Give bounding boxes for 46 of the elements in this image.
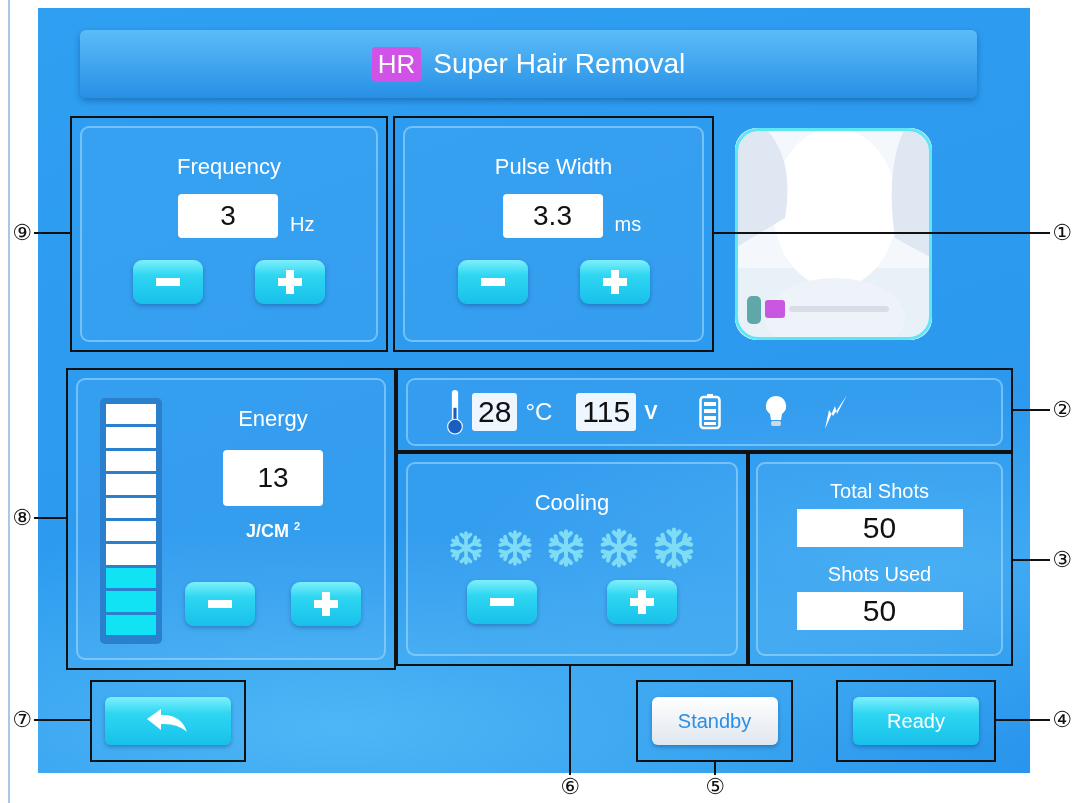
- screen-title: Super Hair Removal: [433, 48, 686, 80]
- pulse-width-label: Pulse Width: [494, 154, 613, 180]
- battery-icon: [699, 394, 722, 430]
- energy-label: Energy: [238, 406, 308, 432]
- callout-number: ⑨: [12, 222, 32, 244]
- callout-number: ⑧: [12, 507, 32, 529]
- callout-number: ②: [1052, 399, 1072, 421]
- snowflake-icon: [546, 528, 586, 568]
- voltage-value: 115: [576, 393, 637, 431]
- energy-unit: J/CM $^{2}$: [245, 520, 301, 542]
- minus-button[interactable]: [467, 580, 537, 624]
- minus-button[interactable]: [133, 260, 203, 304]
- frequency-label: Frequency: [177, 154, 281, 180]
- plus-button[interactable]: [607, 580, 677, 624]
- callout-number: ①: [1052, 222, 1072, 244]
- total-shots-value: 50: [796, 509, 963, 547]
- light-bulb-icon: [765, 395, 788, 429]
- plus-button[interactable]: [291, 582, 361, 626]
- temperature-value: 28: [472, 393, 518, 431]
- callout-number: ④: [1052, 709, 1072, 731]
- frequency-unit: Hz: [290, 213, 316, 237]
- pulse-width-unit: ms: [614, 213, 643, 237]
- callout-number: ③: [1052, 549, 1072, 571]
- minus-button[interactable]: [185, 582, 255, 626]
- plus-button[interactable]: [579, 260, 650, 304]
- shots-used-label: Shots Used: [827, 563, 932, 586]
- pulse-width-value[interactable]: 3.3: [502, 194, 603, 238]
- snowflake-icon: [598, 527, 640, 569]
- plus-button[interactable]: [255, 260, 325, 304]
- cooling-label: Cooling: [534, 490, 610, 516]
- temperature-unit: °C: [525, 398, 553, 426]
- frequency-value[interactable]: 3: [178, 194, 278, 238]
- back-button[interactable]: [105, 697, 231, 745]
- snowflake-icon: [652, 526, 696, 570]
- callout-number: ⑦: [12, 709, 32, 731]
- minus-button[interactable]: [457, 260, 528, 304]
- mode-badge: HR: [371, 46, 422, 82]
- callout-number: ⑤: [705, 776, 725, 798]
- snowflake-icon: [448, 530, 484, 566]
- voltage-unit: V: [644, 400, 658, 424]
- energy-value[interactable]: 13: [223, 450, 323, 506]
- callout-number: ⑥: [560, 776, 580, 798]
- snowflake-icon: [496, 529, 534, 567]
- total-shots-label: Total Shots: [830, 480, 929, 503]
- shots-used-value: 50: [796, 592, 963, 630]
- thermometer-icon: [446, 389, 464, 435]
